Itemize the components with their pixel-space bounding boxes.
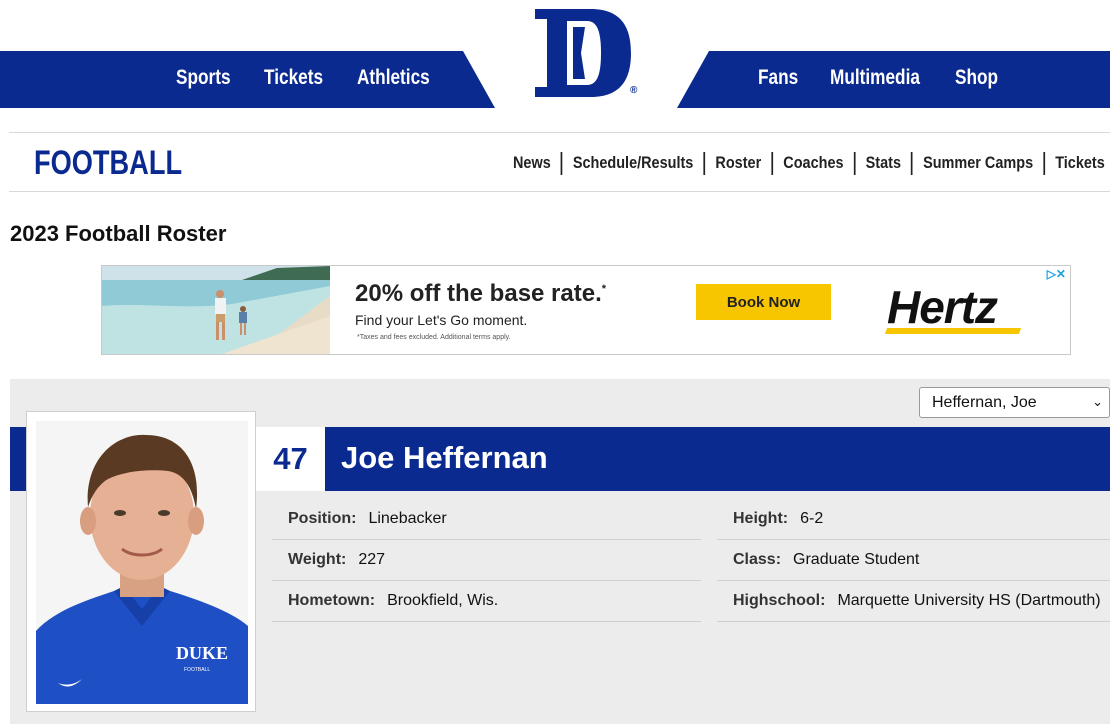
jersey-number: 47 (273, 441, 308, 476)
subnav-summer-camps[interactable]: Summer Camps (923, 153, 1033, 173)
stat-value: 227 (358, 551, 386, 568)
stat-value: Brookfield, Wis. (387, 592, 499, 609)
ad-subline: Find your Let's Go moment. (355, 312, 528, 328)
subnav-divider (1043, 151, 1046, 175)
subnav-roster[interactable]: Roster (715, 153, 761, 173)
subnav-divider (911, 151, 913, 175)
subnav-coaches[interactable]: Coaches (783, 153, 843, 173)
nav-tickets[interactable]: Tickets (264, 66, 323, 90)
ad-fine-print: *Taxes and fees excluded. Additional ter… (357, 334, 511, 341)
jersey-number-box: 47 (256, 427, 325, 491)
stat-value: Marquette University HS (Dartmouth) (837, 592, 1101, 609)
stat-label: Highschool: (733, 592, 826, 609)
subnav-divider (703, 151, 706, 175)
player-photo: DUKE FOOTBALL (36, 421, 248, 704)
stat-label: Height: (733, 510, 789, 527)
stat-highschool: Highschool: Marquette University HS (Dar… (717, 581, 1110, 622)
duke-d-logo-icon[interactable]: ® (533, 9, 637, 97)
stat-value: 6-2 (800, 510, 824, 527)
top-navigation: Sports Tickets Athletics Fans Multimedia… (0, 0, 1110, 110)
stat-label: Hometown: (288, 592, 376, 609)
nav-athletics[interactable]: Athletics (357, 66, 430, 90)
stat-value: Graduate Student (793, 551, 920, 568)
chevron-down-icon: ⌄ (1092, 394, 1103, 409)
stat-label: Weight: (288, 551, 347, 568)
ad-headline: 20% off the base rate.* (355, 280, 606, 308)
divider-bottom (9, 191, 1110, 192)
subnav-divider (853, 151, 856, 175)
stat-label: Position: (288, 510, 357, 527)
shirt-football-text: FOOTBALL (184, 667, 210, 673)
stat-label: Class: (733, 551, 782, 568)
stat-class: Class: Graduate Student (717, 540, 1110, 581)
sport-title[interactable]: FOOTBALL (34, 144, 182, 183)
stat-position: Position: Linebacker (272, 499, 701, 540)
registered-mark-icon: ® (630, 85, 638, 96)
ad-beach-photo (102, 266, 330, 354)
stat-hometown: Hometown: Brookfield, Wis. (272, 581, 701, 622)
subnav-tickets[interactable]: Tickets (1055, 153, 1105, 173)
nav-fans[interactable]: Fans (758, 66, 798, 90)
ad-brand-logo: Hertz (887, 281, 998, 333)
player-name: Joe Heffernan (341, 440, 548, 475)
subnav-schedule-results[interactable]: Schedule/Results (573, 153, 693, 173)
advertisement-banner[interactable]: 20% off the base rate.* Find your Let's … (101, 265, 1071, 355)
divider-top (9, 132, 1110, 133)
ad-choices-icon[interactable]: ▷✕ (1047, 267, 1066, 281)
ad-headline-mark: * (601, 283, 607, 295)
player-select-dropdown[interactable]: Heffernan, Joe ⌄ (919, 387, 1110, 418)
page-title: 2023 Football Roster (10, 221, 227, 246)
nav-multimedia[interactable]: Multimedia (830, 66, 920, 90)
nav-sports[interactable]: Sports (176, 66, 231, 90)
ad-book-now-button[interactable]: Book Now (696, 284, 831, 320)
subnav-stats[interactable]: Stats (866, 153, 901, 173)
shirt-duke-text: DUKE (176, 643, 228, 663)
stat-height: Height: 6-2 (717, 499, 1110, 540)
player-select-value: Heffernan, Joe (932, 393, 1037, 411)
sport-subnav: News Schedule/Results Roster Coaches Sta… (513, 151, 1110, 175)
player-headshot: DUKE FOOTBALL (26, 411, 256, 712)
subnav-news[interactable]: News (513, 153, 551, 173)
stat-weight: Weight: 227 (272, 540, 701, 581)
stat-value: Linebacker (368, 510, 447, 527)
nav-shop[interactable]: Shop (955, 66, 998, 90)
subnav-divider (771, 151, 774, 175)
ad-headline-text: 20% off the base rate. (355, 280, 602, 307)
subnav-divider (560, 151, 563, 175)
